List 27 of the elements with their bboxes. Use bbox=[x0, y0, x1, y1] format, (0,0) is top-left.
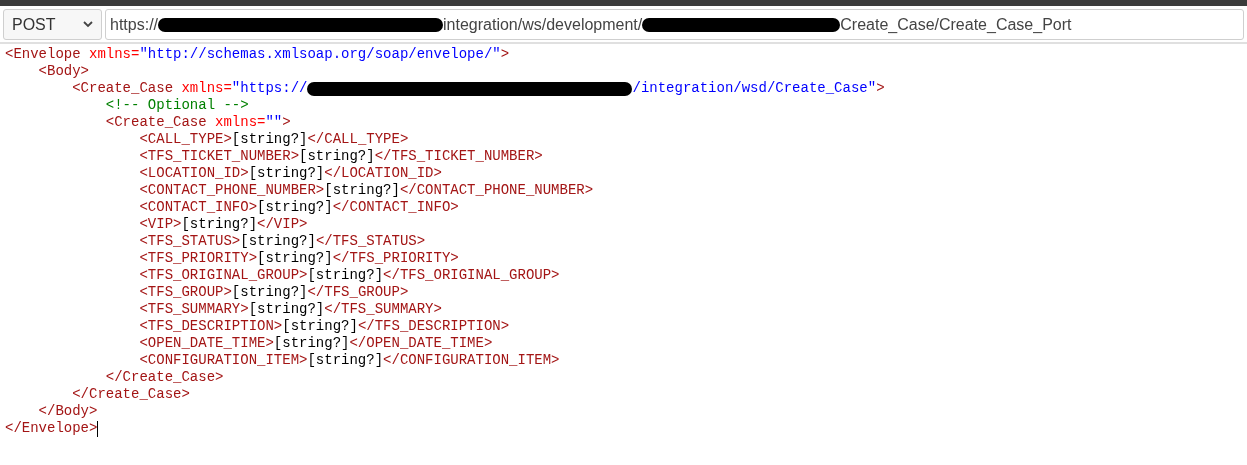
code-line: <VIP>[string?]</VIP> bbox=[138, 216, 308, 233]
code-line: <LOCATION_ID>[string?]</LOCATION_ID> bbox=[138, 165, 442, 182]
code-line: <CONFIGURATION_ITEM>[string?]</CONFIGURATION_ITEM> bbox=[138, 352, 560, 369]
chevron-icon bbox=[83, 21, 93, 28]
code-line: <OPEN_DATE_TIME>[string?]</OPEN_DATE_TIME> bbox=[138, 335, 493, 352]
code-line: <!-- Optional --> bbox=[104, 97, 249, 114]
code-line: <CALL_TYPE>[string?]</CALL_TYPE> bbox=[138, 131, 409, 148]
code-line: <TFS_GROUP>[string?]</TFS_GROUP> bbox=[138, 284, 409, 301]
code-line: <TFS_TICKET_NUMBER>[string?]</TFS_TICKET_NUMBER> bbox=[138, 148, 543, 165]
code-line: <TFS_ORIGINAL_GROUP>[string?]</TFS_ORIGINAL_GROUP> bbox=[138, 267, 560, 284]
code-line: </Body> bbox=[37, 403, 98, 420]
url-field[interactable]: https:// integration/ws/development/ Create_Case/Create_Case_Port bbox=[105, 9, 1244, 40]
code-line: <Create_Case xmlns="https:// bbox=[71, 80, 308, 97]
code-line: </Create_Case> bbox=[104, 369, 224, 386]
code-line: <TFS_SUMMARY>[string?]</TFS_SUMMARY> bbox=[138, 301, 442, 318]
code-line: <TFS_DESCRIPTION>[string?]</TFS_DESCRIPTION> bbox=[138, 318, 510, 335]
code-line: <TFS_PRIORITY>[string?]</TFS_PRIORITY> bbox=[138, 250, 459, 267]
code-line: <CONTACT_PHONE_NUMBER>[string?]</CONTACT_PHONE_NUMBER> bbox=[138, 182, 594, 199]
code-line: <Create_Case xmlns=""> bbox=[104, 114, 291, 131]
code-line: <Body> bbox=[37, 63, 89, 80]
code-line: <CONTACT_INFO>[string?]</CONTACT_INFO> bbox=[138, 199, 459, 216]
code-line: </Envelope> bbox=[5, 420, 98, 437]
code-line: </Create_Case> bbox=[71, 386, 190, 403]
method-select[interactable]: POST bbox=[3, 9, 102, 40]
code-line: /integration/wsd/Create_Case"> bbox=[632, 80, 885, 97]
code-line: <TFS_STATUS>[string?]</TFS_STATUS> bbox=[138, 233, 426, 250]
code-line: <Envelope xmlns="http://schemas.xmlsoap.org/soap/envelope/"> bbox=[5, 46, 510, 63]
